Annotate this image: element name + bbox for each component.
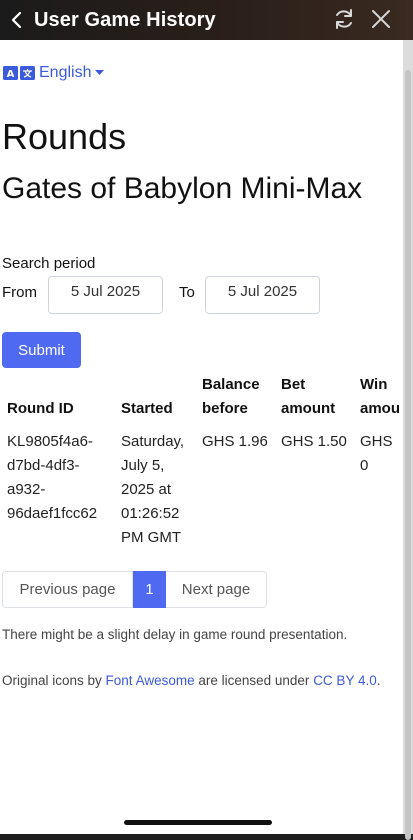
- pagination: Previous page 1 Next page: [2, 571, 267, 608]
- icon-credits: Original icons by Font Awesome are licen…: [2, 670, 392, 691]
- started-line: PM GMT: [121, 529, 181, 546]
- started-line: 2025 at: [121, 481, 172, 498]
- header-win-amount-line2: amou: [360, 400, 401, 417]
- search-period-label: Search period: [2, 255, 96, 272]
- refresh-icon: [336, 9, 352, 29]
- language-selector[interactable]: A English: [3, 64, 105, 82]
- submit-button[interactable]: Submit: [2, 332, 81, 368]
- header-bet-amount-line2: amount: [281, 400, 336, 417]
- history-page: A English Rounds Gates of Babylon Mini-M…: [0, 40, 403, 834]
- credits-prefix: Original icons by: [2, 673, 106, 688]
- delay-note: There might be a slight delay in game ro…: [2, 627, 348, 642]
- round-id-line: KL9805f4a6-: [7, 433, 93, 450]
- font-awesome-link[interactable]: Font Awesome: [106, 673, 195, 688]
- from-date-input[interactable]: 5 Jul 2025: [48, 276, 163, 314]
- close-icon: [372, 10, 390, 28]
- license-link[interactable]: CC BY 4.0: [313, 673, 377, 688]
- translate-icon: A: [3, 66, 35, 80]
- to-date-input[interactable]: 5 Jul 2025: [205, 276, 320, 314]
- refresh-button[interactable]: [329, 4, 359, 34]
- home-indicator[interactable]: [124, 820, 272, 825]
- balance-before-cell: GHS 1.96: [202, 433, 268, 450]
- current-page-button[interactable]: 1: [133, 571, 166, 608]
- scrollbar[interactable]: [403, 40, 413, 840]
- bet-amount-cell: GHS 1.50: [281, 433, 347, 450]
- close-button[interactable]: [366, 4, 396, 34]
- previous-page-button[interactable]: Previous page: [2, 571, 133, 608]
- from-label: From: [2, 284, 37, 301]
- credits-suffix: .: [376, 673, 381, 688]
- game-title: Gates of Babylon Mini-Max: [2, 172, 363, 205]
- window-title: User Game History: [34, 8, 216, 31]
- credits-middle: are licensed under: [194, 673, 314, 688]
- started-line: Saturday,: [121, 433, 185, 450]
- language-label: English: [39, 64, 92, 81]
- top-bar: User Game History: [0, 0, 413, 40]
- header-started: Started: [121, 400, 173, 417]
- win-amount-cell: GHS 0: [360, 433, 393, 474]
- header-bet-amount-line1: Bet: [281, 376, 306, 393]
- back-button[interactable]: [0, 0, 34, 40]
- scrollbar-thumb[interactable]: [405, 70, 411, 840]
- header-round-id: Round ID: [7, 400, 74, 417]
- header-balance-before-line2: before: [202, 400, 248, 417]
- next-page-button[interactable]: Next page: [166, 571, 267, 608]
- header-balance-before-line1: Balance: [202, 376, 260, 393]
- svg-text:A: A: [7, 69, 15, 80]
- header-win-amount-line1: Win: [360, 376, 388, 393]
- back-chevron-icon: [11, 11, 22, 29]
- started-line: July 5,: [121, 457, 165, 474]
- round-id-line: a932-: [7, 481, 46, 498]
- round-id-line: d7bd-4df3-: [7, 457, 80, 474]
- started-line: 01:26:52: [121, 505, 180, 522]
- round-id-line: 96daef1fcc62: [7, 505, 98, 522]
- to-label: To: [179, 284, 195, 301]
- caret-down-icon: [95, 70, 105, 75]
- page-title: Rounds: [2, 116, 127, 157]
